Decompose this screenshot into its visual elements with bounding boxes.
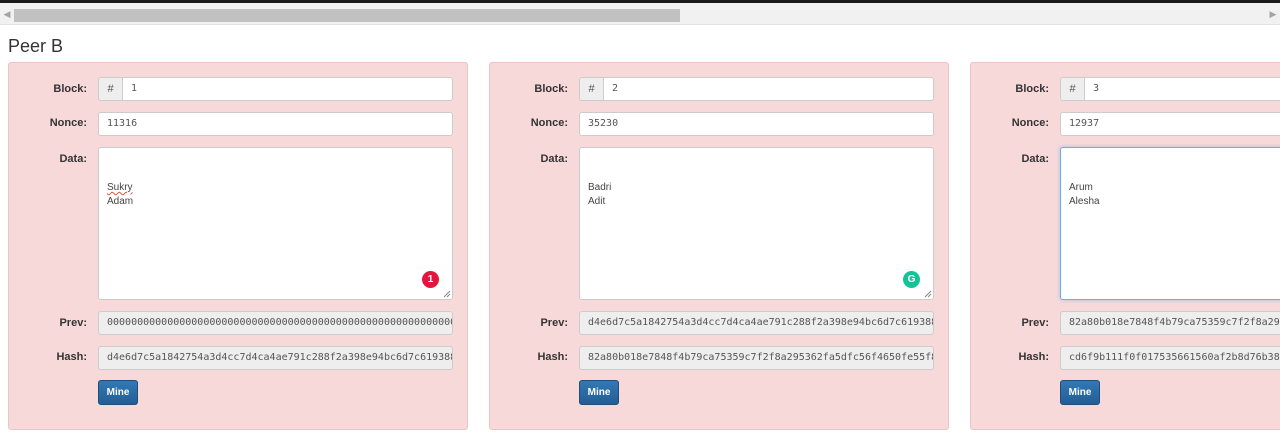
block-label: Block: [534,83,568,95]
data-line: Sukry [107,182,133,193]
hash-label: Hash: [56,351,87,363]
prev-label: Prev: [540,317,568,329]
data-textarea[interactable]: Sukry Adam 1 [98,147,453,300]
data-label: Data: [1021,153,1049,165]
block-number-input[interactable]: 1 [122,77,453,101]
mine-button[interactable]: Mine [579,380,619,405]
nonce-input[interactable]: 12937 [1060,112,1280,136]
scroll-left-arrow-icon[interactable]: ◀ [0,3,14,25]
data-line: Adam [107,196,134,207]
hash-addon: # [98,77,122,101]
horizontal-scrollbar[interactable]: ◀ ▶ [0,3,1280,25]
data-line: Badri [588,182,612,193]
data-line: Adit [588,196,606,207]
block-card-3: Block: # 3 Nonce: 12937 Data: Arum Alesha… [970,62,1280,430]
data-textarea[interactable]: Arum Alesha [1060,147,1280,300]
hash-field: cd6f9b111f0f017535661560af2b8d76b38a8a [1060,346,1280,370]
prev-label: Prev: [59,317,87,329]
data-line: Arum [1069,182,1093,193]
prev-label: Prev: [1021,317,1049,329]
data-textarea[interactable]: Badri Adit G [579,147,934,300]
block-label: Block: [53,83,87,95]
scrollbar-thumb[interactable] [14,9,680,22]
grammarly-icon[interactable]: G [903,271,920,288]
mine-button[interactable]: Mine [98,380,138,405]
block-number-group: # 2 [579,77,934,101]
data-line: Alesha [1069,196,1100,207]
grammar-error-badge-icon[interactable]: 1 [422,271,439,288]
hash-field: 82a80b018e7848f4b79ca75359c7f2f8a295362f… [579,346,934,370]
nonce-input[interactable]: 11316 [98,112,453,136]
resize-grip-icon[interactable] [443,290,451,298]
mine-button[interactable]: Mine [1060,380,1100,405]
nonce-label: Nonce: [1011,117,1049,129]
hash-label: Hash: [537,351,568,363]
prev-hash-field: 0000000000000000000000000000000000000000… [98,311,453,335]
scroll-right-arrow-icon[interactable]: ▶ [1266,3,1280,25]
block-label: Block: [1015,83,1049,95]
block-number-group: # 1 [98,77,453,101]
block-card-2: Block: # 2 Nonce: 35230 Data: Badri Adit … [489,62,949,430]
prev-hash-field: d4e6d7c5a1842754a3d4cc7d4ca4ae791c288f2a… [579,311,934,335]
hash-addon: # [1060,77,1084,101]
data-label: Data: [59,153,87,165]
block-number-input[interactable]: 3 [1084,77,1280,101]
nonce-label: Nonce: [49,117,87,129]
block-number-input[interactable]: 2 [603,77,934,101]
peer-title: Peer B [8,36,64,56]
resize-grip-icon[interactable] [924,290,932,298]
nonce-input[interactable]: 35230 [579,112,934,136]
nonce-label: Nonce: [530,117,568,129]
prev-hash-field: 82a80b018e7848f4b79ca75359c7f2f8a29536 [1060,311,1280,335]
block-number-group: # 3 [1060,77,1280,101]
data-label: Data: [540,153,568,165]
hash-field: d4e6d7c5a1842754a3d4cc7d4ca4ae791c288f2a… [98,346,453,370]
hash-addon: # [579,77,603,101]
hash-label: Hash: [1018,351,1049,363]
block-card-1: Block: # 1 Nonce: 11316 Data: Sukry Adam … [8,62,468,430]
